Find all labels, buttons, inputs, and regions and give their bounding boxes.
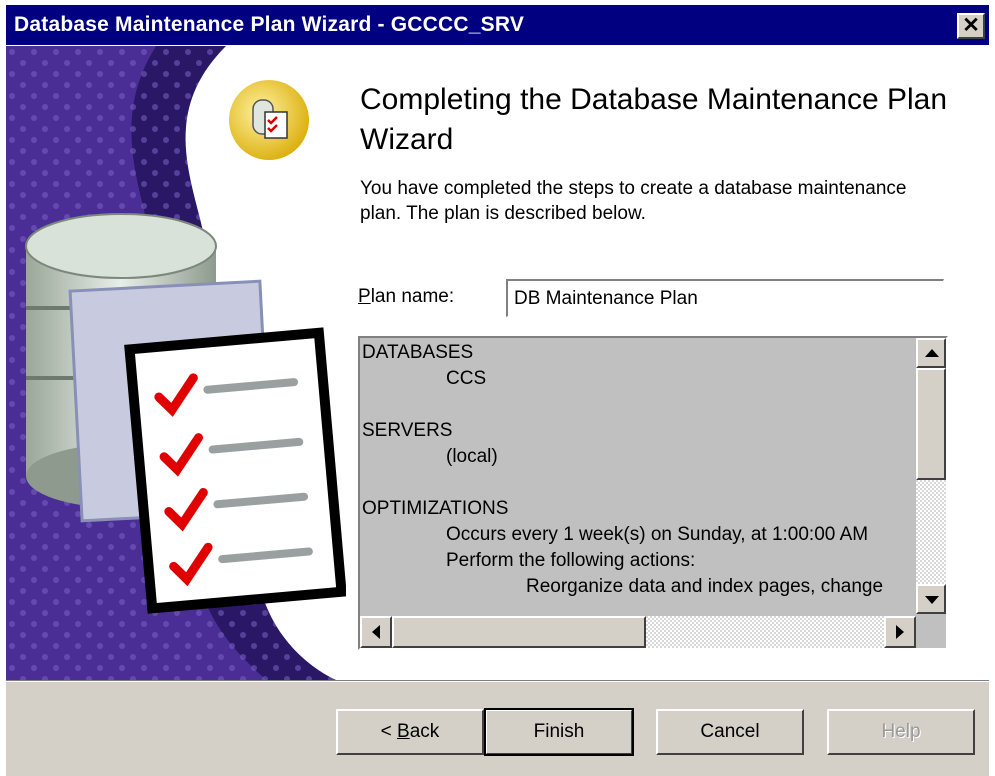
servers-value: (local) [446, 446, 498, 467]
optimizations-actions-intro: Perform the following actions: [446, 550, 696, 571]
back-button-prefix: < [380, 721, 398, 742]
wizard-illustration [6, 46, 347, 680]
vertical-scrollbar[interactable] [916, 338, 946, 614]
horizontal-scrollbar[interactable] [360, 616, 916, 648]
close-button[interactable]: ✕ [957, 13, 985, 39]
arrow-down-icon [925, 596, 939, 604]
page-description: You have completed the steps to create a… [360, 178, 907, 224]
servers-heading: SERVERS [362, 420, 453, 441]
horizontal-scroll-thumb[interactable] [392, 616, 646, 648]
plan-name-field[interactable] [506, 279, 944, 317]
scroll-left-button[interactable] [360, 616, 392, 648]
optimizations-heading: OPTIMIZATIONS [362, 498, 509, 519]
scrollbar-corner [916, 616, 946, 648]
help-button[interactable]: Help [827, 709, 975, 755]
database-checklist-icon [6, 46, 347, 680]
optimizations-action-item: Reorganize data and index pages, change [526, 576, 884, 597]
finish-button[interactable]: Finish [484, 708, 634, 756]
close-icon: ✕ [962, 14, 980, 37]
wizard-content: Completing the Database Maintenance Plan… [346, 46, 986, 680]
back-button-accesskey: B [397, 721, 410, 742]
back-button-label: ack [409, 721, 440, 742]
scroll-down-button[interactable] [916, 584, 946, 614]
databases-heading: DATABASES [362, 342, 474, 363]
arrow-left-icon [372, 625, 380, 639]
cancel-button[interactable]: Cancel [656, 709, 804, 755]
plan-summary-text: DATABASES CCS SERVERS (local) OPTIMIZATI… [362, 340, 916, 614]
arrow-right-icon [896, 625, 904, 639]
scroll-up-button[interactable] [916, 338, 946, 368]
button-bar: < Back Finish Cancel Help [6, 682, 989, 776]
scroll-right-button[interactable] [884, 616, 916, 648]
page-title: Completing the Database Maintenance Plan… [360, 83, 948, 156]
back-button[interactable]: < Back [336, 709, 484, 755]
plan-name-label-text: lan name: [370, 286, 455, 307]
optimizations-schedule: Occurs every 1 week(s) on Sunday, at 1:0… [446, 524, 869, 545]
plan-name-label: Plan name: [358, 286, 454, 308]
window-title: Database Maintenance Plan Wizard - GCCCC… [14, 13, 525, 36]
arrow-up-icon [925, 349, 939, 357]
title-bar[interactable]: Database Maintenance Plan Wizard - GCCCC… [6, 5, 989, 45]
databases-value: CCS [446, 368, 487, 389]
plan-summary-box[interactable]: DATABASES CCS SERVERS (local) OPTIMIZATI… [358, 336, 948, 650]
vertical-scroll-thumb[interactable] [916, 368, 946, 480]
plan-name-label-accesskey: P [358, 286, 371, 307]
wizard-window: Database Maintenance Plan Wizard - GCCCC… [0, 0, 995, 776]
